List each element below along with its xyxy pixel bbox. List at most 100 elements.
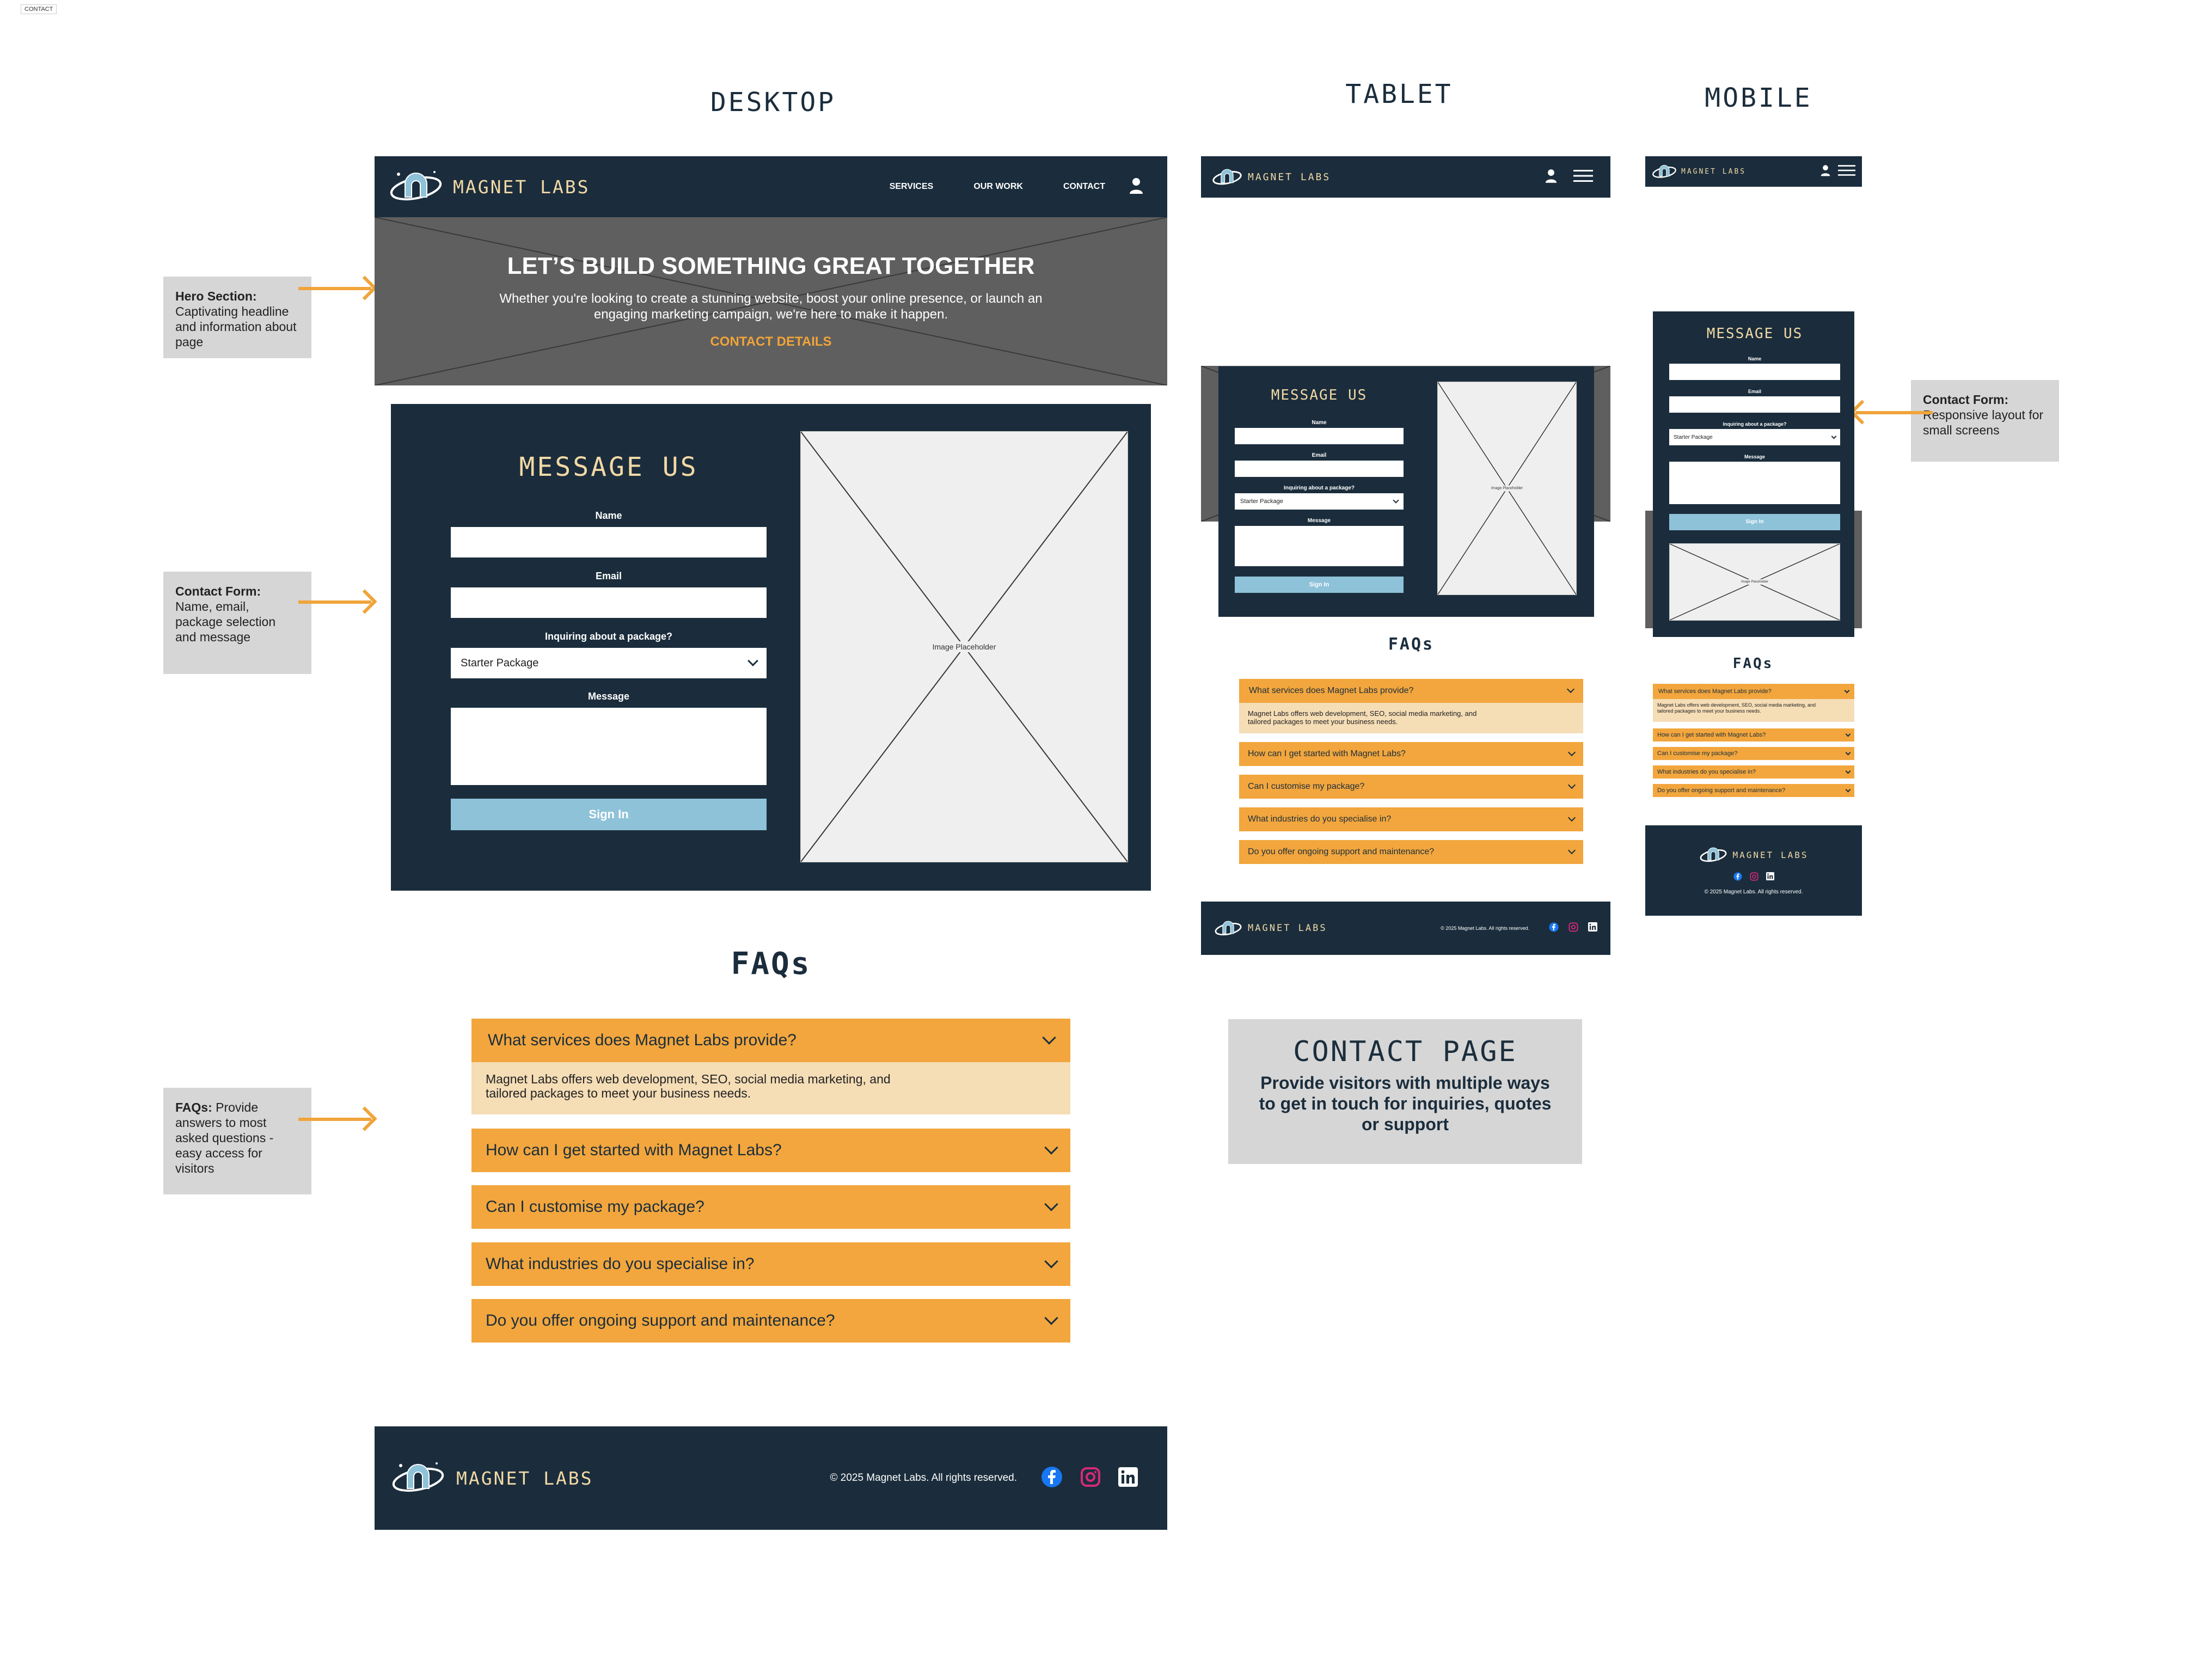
magnet-logo-icon[interactable] — [1652, 162, 1677, 181]
faq-item[interactable]: How can I get started with Magnet Labs? — [1239, 742, 1583, 766]
hamburger-icon[interactable] — [1573, 169, 1593, 186]
faq-item[interactable]: What industries do you specialise in? — [471, 1242, 1070, 1286]
note-contact-form-mobile-text: Responsive layout for small screens — [1923, 408, 2044, 437]
message-label: Message — [1307, 518, 1331, 524]
user-icon[interactable] — [1129, 177, 1143, 197]
note-contact-form: Contact Form: Name, email, package selec… — [163, 572, 311, 674]
facebook-icon[interactable] — [1041, 1466, 1063, 1491]
package-select[interactable]: Starter Package — [1235, 493, 1404, 510]
footer-copyright: © 2025 Magnet Labs. All rights reserved. — [1441, 926, 1529, 931]
name-field[interactable] — [1669, 364, 1840, 380]
faq-item[interactable]: How can I get started with Magnet Labs? — [471, 1129, 1070, 1172]
faq-item[interactable]: Do you offer ongoing support and mainten… — [471, 1299, 1070, 1343]
faq-question: What industries do you specialise in? — [1657, 769, 1756, 775]
instagram-icon[interactable] — [1080, 1467, 1101, 1490]
faq-item[interactable]: What services does Magnet Labs provide? — [471, 1019, 1070, 1062]
faq-item[interactable]: What services does Magnet Labs provide? — [1653, 684, 1854, 699]
nav-our-work[interactable]: OUR WORK — [973, 182, 1023, 192]
faq-item[interactable]: How can I get started with Magnet Labs? — [1653, 728, 1854, 741]
faq-question: Do you offer ongoing support and mainten… — [486, 1311, 835, 1329]
brand-name[interactable]: MAGNET LABS — [1248, 171, 1331, 183]
desktop-contact-form: MESSAGE US Name Email Inquiring about a … — [391, 404, 1151, 891]
name-field[interactable] — [451, 527, 767, 557]
submit-button[interactable]: Sign In — [1235, 577, 1404, 593]
arrow-icon — [298, 600, 371, 604]
magnet-logo-icon[interactable] — [391, 1457, 445, 1499]
facebook-icon[interactable] — [1549, 922, 1559, 935]
brand-name[interactable]: MAGNET LABS — [1681, 168, 1746, 176]
submit-button[interactable]: Sign In — [451, 799, 767, 830]
faq-item[interactable]: Do you offer ongoing support and mainten… — [1653, 784, 1854, 797]
email-label: Email — [595, 571, 622, 581]
faq-answer: Magnet Labs offers web development, SEO,… — [1239, 703, 1583, 733]
note-contact-form-mobile: Contact Form: Responsive layout for smal… — [1911, 380, 2059, 462]
faq-answer: Magnet Labs offers web development, SEO,… — [471, 1062, 1070, 1114]
note-contact-form-title: Contact Form: — [175, 584, 261, 598]
faq-item[interactable]: Do you offer ongoing support and mainten… — [1239, 840, 1583, 864]
chevron-down-icon — [747, 655, 758, 666]
mobile-contact-form: MESSAGE US Name Email Inquiring about a … — [1653, 311, 1854, 637]
facebook-icon[interactable] — [1733, 872, 1742, 884]
faq-item[interactable]: What industries do you specialise in? — [1653, 765, 1854, 779]
package-label: Inquiring about a package? — [1283, 485, 1355, 491]
message-label: Message — [587, 691, 630, 702]
name-label: Name — [1748, 356, 1762, 361]
submit-button[interactable]: Sign In — [1669, 514, 1840, 530]
hamburger-icon[interactable] — [1838, 164, 1855, 180]
package-select[interactable]: Starter Package — [451, 648, 767, 678]
footer-brand-name[interactable]: MAGNET LABS — [456, 1468, 593, 1489]
package-value: Starter Package — [461, 657, 539, 669]
faq-item[interactable]: Can I customise my package? — [471, 1185, 1070, 1229]
package-label: Inquiring about a package? — [1723, 421, 1787, 427]
faq-question: Do you offer ongoing support and mainten… — [1248, 847, 1435, 856]
form-title: MESSAGE US — [1271, 387, 1368, 403]
package-select[interactable]: Starter Package — [1669, 429, 1840, 445]
message-field[interactable] — [1669, 462, 1840, 504]
instagram-icon[interactable] — [1749, 872, 1758, 884]
nav-services[interactable]: SERVICES — [890, 182, 934, 192]
message-field[interactable] — [451, 708, 767, 785]
instagram-icon[interactable] — [1568, 922, 1578, 935]
email-field[interactable] — [1235, 461, 1404, 477]
footer-copyright: © 2025 Magnet Labs. All rights reserved. — [1704, 889, 1803, 895]
frame-label: CONTACT — [21, 4, 57, 14]
magnet-logo-icon[interactable] — [1699, 844, 1727, 866]
user-icon[interactable] — [1821, 164, 1830, 179]
hero-cta[interactable]: CONTACT DETAILS — [375, 334, 1167, 350]
linkedin-icon[interactable] — [1766, 872, 1774, 884]
note-hero-text: Captivating headline and information abo… — [175, 304, 297, 349]
package-value: Starter Package — [1674, 434, 1713, 440]
magnet-logo-icon[interactable] — [1214, 917, 1242, 939]
image-placeholder-label: Image Placeholder — [1737, 579, 1772, 585]
linkedin-icon[interactable] — [1588, 922, 1597, 934]
brand-name[interactable]: MAGNET LABS — [453, 176, 590, 198]
faq-item[interactable]: Can I customise my package? — [1653, 747, 1854, 760]
footer-brand-name[interactable]: MAGNET LABS — [1733, 850, 1809, 860]
nav-contact[interactable]: CONTACT — [1063, 182, 1105, 192]
summary-title: CONTACT PAGE — [1293, 1035, 1517, 1068]
chevron-down-icon — [1042, 1031, 1056, 1045]
magnet-logo-icon[interactable] — [1212, 165, 1242, 189]
faq-question: What services does Magnet Labs provide? — [1658, 688, 1772, 695]
faq-question: What industries do you specialise in? — [486, 1255, 755, 1273]
chevron-down-icon — [1567, 846, 1576, 855]
chevron-down-icon — [1044, 1197, 1058, 1211]
arrow-icon — [1855, 411, 1933, 414]
user-icon[interactable] — [1545, 169, 1557, 186]
message-field[interactable] — [1235, 526, 1404, 566]
name-field[interactable] — [1235, 428, 1404, 444]
hero-headline: LET’S BUILD SOMETHING GREAT TOGETHER — [507, 253, 1035, 279]
arrow-icon — [298, 287, 371, 290]
form-title: MESSAGE US — [519, 452, 698, 482]
email-field[interactable] — [1669, 396, 1840, 413]
footer-brand-name[interactable]: MAGNET LABS — [1248, 923, 1327, 934]
chevron-down-icon — [1393, 497, 1399, 504]
chevron-down-icon — [1845, 750, 1851, 755]
faq-item[interactable]: What services does Magnet Labs provide? — [1239, 679, 1583, 703]
magnet-logo-icon[interactable] — [389, 166, 443, 208]
faq-item[interactable]: Can I customise my package? — [1239, 775, 1583, 799]
email-field[interactable] — [451, 587, 767, 618]
faqs-title: FAQs — [1732, 655, 1774, 672]
faq-item[interactable]: What industries do you specialise in? — [1239, 807, 1583, 831]
linkedin-icon[interactable] — [1118, 1467, 1138, 1490]
